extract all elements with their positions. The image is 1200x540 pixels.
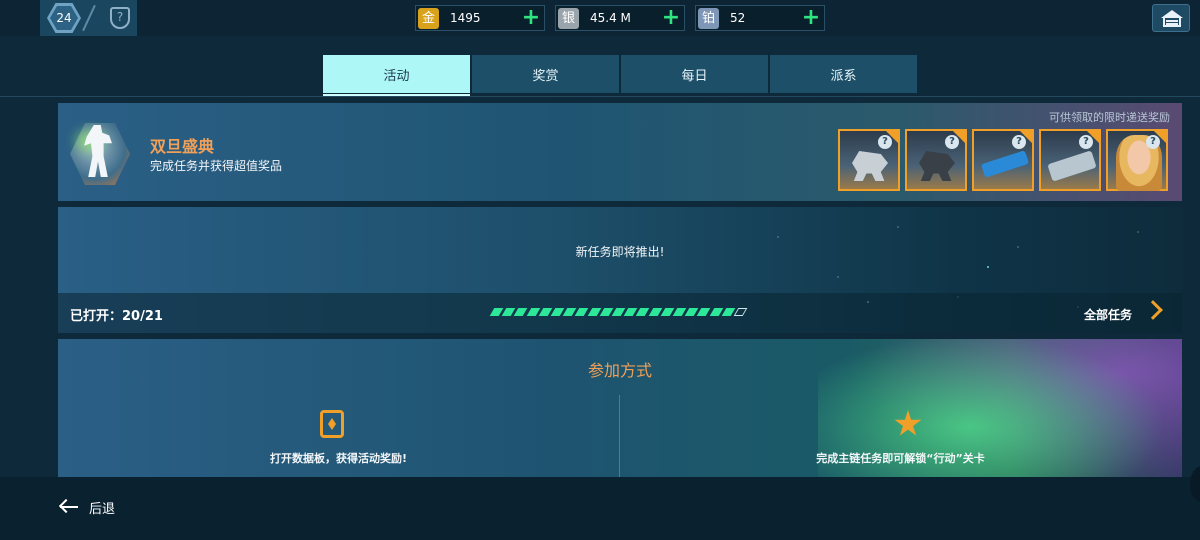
reward-weapon-1[interactable]: ? [972, 129, 1034, 191]
reward-weapon-2[interactable]: ? [1039, 129, 1101, 191]
add-platinum-button[interactable]: + [801, 7, 821, 29]
participation-panel: 参加方式 打开数据板，获得活动奖励! 完成主链任务即可解锁“行动”关卡 [58, 339, 1182, 477]
hangar-icon [1161, 10, 1183, 18]
silver-value: 45.4 M [590, 11, 631, 25]
tab-daily[interactable]: 每日 [621, 55, 768, 93]
back-arrow-icon[interactable] [58, 498, 78, 515]
task-progress-panel: 新任务即将推出! 已打开：20/21 全部任务 [58, 207, 1182, 333]
question-icon: ? [1012, 135, 1026, 149]
event-title: 双旦盛典 [150, 137, 215, 156]
datapad-icon [320, 410, 344, 438]
tab-faction[interactable]: 派系 [770, 55, 917, 93]
tab-events[interactable]: 活动 [323, 55, 470, 93]
tabs-divider [0, 96, 1200, 97]
progress-strip: 已打开：20/21 全部任务 [58, 293, 1182, 333]
footer-bar: 后退 [0, 477, 1200, 540]
progress-segment [575, 308, 589, 316]
reward-robot-1[interactable]: ? [838, 129, 900, 191]
robot-icon [852, 151, 888, 181]
currency-gold: 金 1495 + [415, 5, 545, 31]
level-badge: 24 [47, 3, 81, 33]
add-silver-button[interactable]: + [661, 7, 681, 29]
participation-step-1: 打开数据板，获得活动奖励! [269, 452, 408, 465]
question-icon: ? [1079, 135, 1093, 149]
platinum-icon: 铂 [698, 8, 719, 29]
progress-segment [697, 308, 711, 316]
opened-label: 已打开： [70, 309, 123, 324]
segmented-progress-bar [489, 308, 748, 318]
level-value: 24 [56, 11, 72, 25]
weapon-icon [980, 150, 1030, 178]
question-icon: ? [1146, 135, 1160, 149]
question-icon: ? [945, 135, 959, 149]
divider [82, 4, 96, 32]
opened-count: 已打开：20/21 [70, 305, 163, 324]
event-header-panel: 双旦盛典 完成任务并获得超值奖品 可供领取的限时递送奖励 ? ? ? ? ? [58, 103, 1182, 201]
progress-segment [636, 308, 650, 316]
add-gold-button[interactable]: + [521, 7, 541, 29]
currency-silver: 银 45.4 M + [555, 5, 685, 31]
hangar-button[interactable] [1152, 4, 1190, 32]
event-subtitle: 完成任务并获得超值奖品 [150, 159, 283, 173]
back-button[interactable]: 后退 [89, 498, 115, 517]
progress-segment [514, 308, 528, 316]
tab-rewards[interactable]: 奖赏 [472, 55, 619, 93]
weapon-icon [1047, 150, 1097, 182]
chevron-right-icon[interactable] [1143, 300, 1163, 320]
player-level-panel[interactable]: 24 ? [40, 0, 137, 36]
opened-value: 20/21 [122, 309, 163, 324]
participation-title: 参加方式 [587, 361, 652, 380]
gold-icon: 金 [418, 8, 439, 29]
reward-robot-2[interactable]: ? [905, 129, 967, 191]
gold-value: 1495 [450, 11, 481, 25]
reward-pilot[interactable]: ? [1106, 129, 1168, 191]
progress-segment [733, 308, 748, 316]
reward-caption: 可供领取的限时递送奖励 [1049, 111, 1170, 124]
currency-platinum: 铂 52 + [695, 5, 825, 31]
robot-icon [919, 151, 955, 181]
participation-step-2: 完成主链任务即可解锁“行动”关卡 [816, 452, 985, 465]
shield-icon[interactable]: ? [110, 7, 130, 29]
platinum-value: 52 [730, 11, 746, 25]
coming-soon-text: 新任务即将推出! [575, 245, 665, 259]
silver-icon: 银 [558, 8, 579, 29]
all-tasks-link[interactable]: 全部任务 [1084, 306, 1132, 323]
question-icon: ? [878, 135, 892, 149]
top-bar: 24 ? 金 1495 + 银 45.4 M + 铂 52 + [0, 0, 1200, 36]
